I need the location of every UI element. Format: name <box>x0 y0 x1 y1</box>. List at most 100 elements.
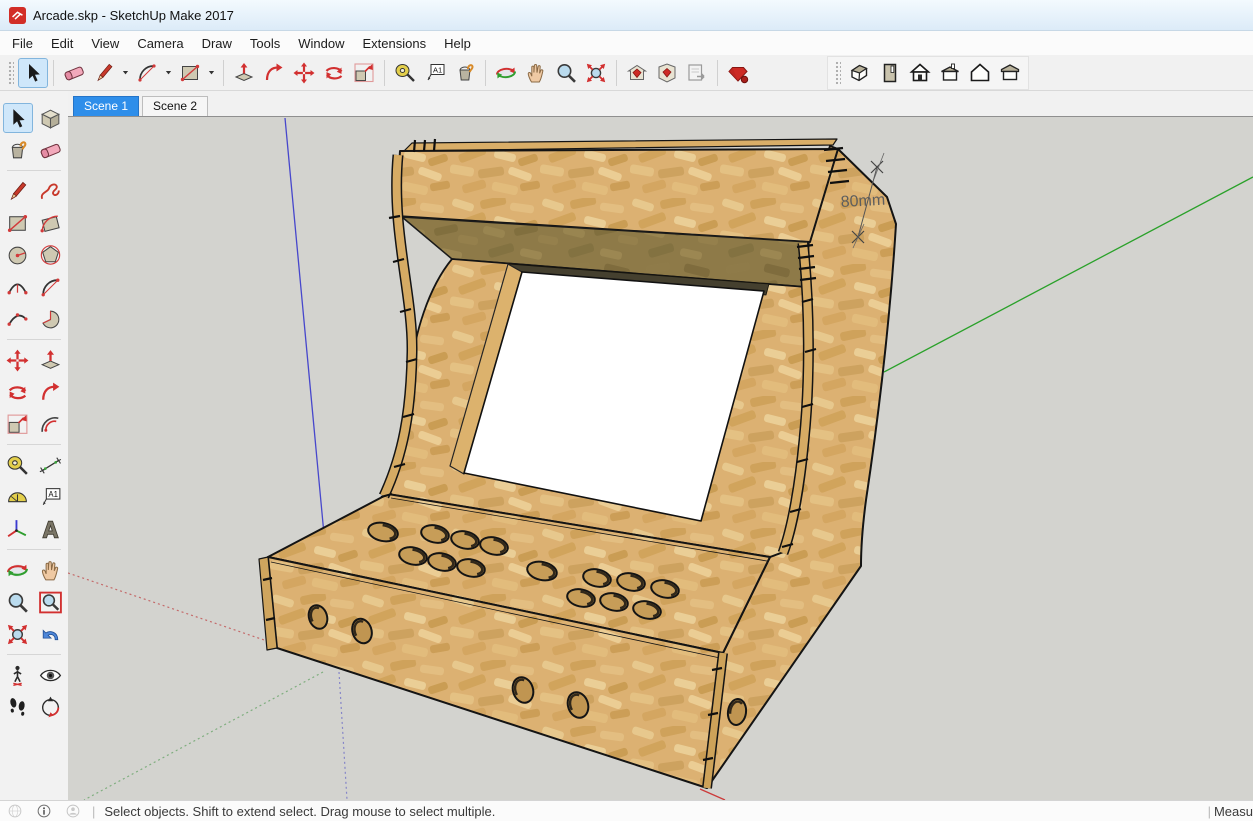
select-palette-button[interactable] <box>3 103 33 133</box>
arc-tool-button[interactable] <box>132 58 162 88</box>
paint-bucket-tool-button[interactable] <box>450 58 480 88</box>
protractor-palette-button[interactable] <box>3 482 33 512</box>
zoom-window-palette-button[interactable] <box>36 587 66 617</box>
scene-tab-scene-2[interactable]: Scene 2 <box>142 96 208 116</box>
eraser-tool-button[interactable] <box>59 58 89 88</box>
dimension-palette-button[interactable] <box>36 450 66 480</box>
menu-item-help[interactable]: Help <box>435 33 480 54</box>
axes-palette-button[interactable] <box>3 514 33 544</box>
menu-item-camera[interactable]: Camera <box>128 33 192 54</box>
rectangle-tool-button[interactable] <box>175 58 205 88</box>
tape-measure-palette-button[interactable] <box>3 450 33 480</box>
axes-icon <box>5 517 30 542</box>
share-model-tool-button[interactable] <box>682 58 712 88</box>
rotate-palette-button[interactable] <box>3 377 33 407</box>
status-message: Select objects. Shift to extend select. … <box>104 804 495 819</box>
zoom-icon <box>554 61 578 85</box>
position-camera-icon <box>5 663 30 688</box>
pan-palette-button[interactable] <box>36 555 66 585</box>
palette-divider <box>7 444 61 445</box>
toolbar-group <box>723 58 753 88</box>
make-component-palette-button[interactable] <box>36 103 66 133</box>
move-tool-button[interactable] <box>289 58 319 88</box>
circle-palette-button[interactable] <box>3 240 33 270</box>
paint-bucket-palette-button[interactable] <box>3 135 33 165</box>
3d-warehouse-tool-button[interactable] <box>622 58 652 88</box>
palette-row <box>0 272 68 302</box>
look-around-icon <box>38 663 63 688</box>
arc-dropdown-button[interactable] <box>162 58 175 88</box>
zoom-extents-palette-button[interactable] <box>3 619 33 649</box>
3d-text-palette-button[interactable] <box>36 514 66 544</box>
views-toolbar-grip[interactable] <box>835 61 841 85</box>
view-iso-button[interactable] <box>845 58 875 88</box>
eraser-icon <box>62 61 86 85</box>
tape-measure-tool-button[interactable] <box>390 58 420 88</box>
look-around-palette-button[interactable] <box>36 660 66 690</box>
toolbar-separator <box>384 60 385 86</box>
previous-palette-button[interactable] <box>36 619 66 649</box>
scale-icon <box>5 412 30 437</box>
ruby-console-tool-button[interactable] <box>723 58 753 88</box>
menu-item-extensions[interactable]: Extensions <box>354 33 436 54</box>
toolbar-group <box>229 58 379 88</box>
push-pull-palette-button[interactable] <box>36 345 66 375</box>
zoom-palette-button[interactable] <box>3 587 33 617</box>
orbit-palette-button[interactable] <box>3 555 33 585</box>
follow-me-tool-button[interactable] <box>259 58 289 88</box>
zoom-tool-button[interactable] <box>551 58 581 88</box>
menu-item-edit[interactable]: Edit <box>42 33 82 54</box>
view-front-button[interactable] <box>905 58 935 88</box>
zoom-extents-tool-button[interactable] <box>581 58 611 88</box>
circle-icon <box>5 243 30 268</box>
view-back-button[interactable] <box>965 58 995 88</box>
orbit-tool-button[interactable] <box>491 58 521 88</box>
arc-3pt-icon <box>5 307 30 332</box>
text-tool-button[interactable] <box>420 58 450 88</box>
eraser-palette-button[interactable] <box>36 135 66 165</box>
text-palette-button[interactable] <box>36 482 66 512</box>
polygon-palette-button[interactable] <box>36 240 66 270</box>
menu-item-file[interactable]: File <box>3 33 42 54</box>
arc-palette-button[interactable] <box>36 272 66 302</box>
scene-tab-scene-1[interactable]: Scene 1 <box>73 96 139 116</box>
offset-palette-button[interactable] <box>36 409 66 439</box>
pan-tool-button[interactable] <box>521 58 551 88</box>
line-tool-button[interactable] <box>89 58 119 88</box>
rotate-tool-button[interactable] <box>319 58 349 88</box>
menu-item-draw[interactable]: Draw <box>193 33 241 54</box>
walk-palette-button[interactable] <box>3 692 33 722</box>
scale-tool-button[interactable] <box>349 58 379 88</box>
pie-palette-button[interactable] <box>36 304 66 334</box>
select-tool-button[interactable] <box>18 58 48 88</box>
rectangle-palette-button[interactable] <box>3 208 33 238</box>
toolbar-grip[interactable] <box>8 61 14 85</box>
sign-in-button[interactable] <box>63 802 83 820</box>
turn-around-palette-button[interactable] <box>36 692 66 722</box>
viewport-3d[interactable]: 80mm <box>68 117 1253 800</box>
status-icons <box>5 802 83 820</box>
line-palette-button[interactable] <box>3 176 33 206</box>
rotated-rectangle-palette-button[interactable] <box>36 208 66 238</box>
arc-2pt-palette-button[interactable] <box>3 272 33 302</box>
view-left-button[interactable] <box>995 58 1025 88</box>
menu-item-view[interactable]: View <box>82 33 128 54</box>
extension-warehouse-tool-button[interactable] <box>652 58 682 88</box>
push-pull-tool-button[interactable] <box>229 58 259 88</box>
credits-button[interactable] <box>34 802 54 820</box>
move-palette-button[interactable] <box>3 345 33 375</box>
line-dropdown-button[interactable] <box>119 58 132 88</box>
view-right-button[interactable] <box>935 58 965 88</box>
view-top-button[interactable] <box>875 58 905 88</box>
follow-me-palette-button[interactable] <box>36 377 66 407</box>
caret-icon <box>121 68 130 77</box>
freehand-palette-button[interactable] <box>36 176 66 206</box>
menu-item-tools[interactable]: Tools <box>241 33 289 54</box>
scale-palette-button[interactable] <box>3 409 33 439</box>
menu-item-window[interactable]: Window <box>289 33 353 54</box>
geolocation-button[interactable] <box>5 802 25 820</box>
window-title: Arcade.skp - SketchUp Make 2017 <box>33 8 234 23</box>
arc-3pt-palette-button[interactable] <box>3 304 33 334</box>
rectangle-dropdown-button[interactable] <box>205 58 218 88</box>
position-camera-palette-button[interactable] <box>3 660 33 690</box>
